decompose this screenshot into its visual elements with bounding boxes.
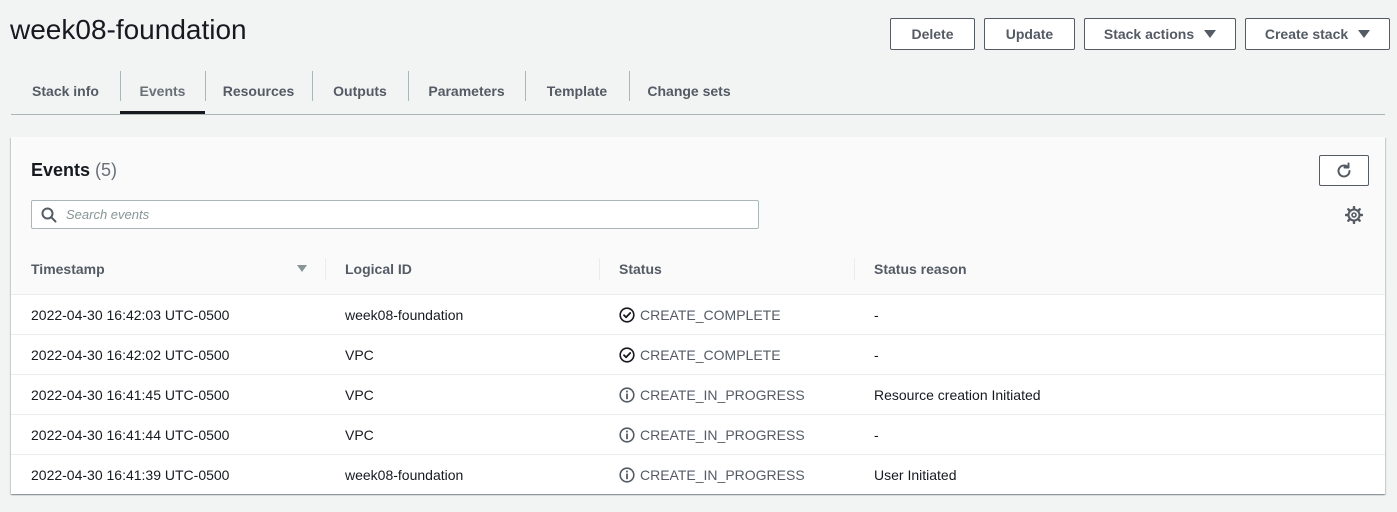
- page-title: week08-foundation: [10, 14, 247, 45]
- status-reason-cell: User Initiated: [874, 466, 957, 483]
- events-count: (5): [95, 160, 118, 180]
- logical-id-cell: VPC: [325, 334, 599, 375]
- refresh-button[interactable]: [1319, 155, 1369, 186]
- refresh-icon: [1337, 162, 1351, 177]
- delete-button[interactable]: Delete: [890, 18, 975, 50]
- status-text: CREATE_COMPLETE: [640, 346, 781, 363]
- column-header-logical-id[interactable]: Logical ID: [325, 244, 599, 295]
- tab-change-sets[interactable]: Change sets: [629, 69, 749, 113]
- status-text: CREATE_IN_PROGRESS: [640, 386, 805, 403]
- tab-label: Resources: [222, 83, 295, 99]
- status-cell: CREATE_IN_PROGRESS: [599, 414, 854, 455]
- status-cell: CREATE_IN_PROGRESS: [599, 374, 854, 415]
- events-table: Timestamp Logical ID Status Status reaso…: [11, 244, 1385, 494]
- table-header-row: Timestamp Logical ID Status Status reaso…: [11, 244, 1385, 295]
- stack-tabs: Stack info Events Resources Outputs Para…: [11, 69, 1385, 115]
- tab-label: Template: [546, 83, 608, 99]
- status-reason-cell: -: [854, 294, 1385, 335]
- tab-parameters[interactable]: Parameters: [408, 69, 525, 113]
- delete-button-label: Delete: [911, 26, 954, 42]
- tab-label: Stack info: [32, 83, 99, 99]
- column-header-timestamp[interactable]: Timestamp: [11, 244, 325, 295]
- stack-action-buttons: Delete Update Stack actions Create stack: [890, 18, 1390, 50]
- search-events: [31, 200, 759, 229]
- timestamp-cell: 2022-04-30 16:42:02 UTC-0500: [11, 334, 325, 375]
- tab-resources[interactable]: Resources: [205, 69, 312, 113]
- tab-label: Events: [139, 83, 186, 99]
- timestamp-cell: 2022-04-30 16:41:45 UTC-0500: [11, 374, 325, 415]
- table-row: 2022-04-30 16:41:44 UTC-0500 VPC CREATE_…: [11, 414, 1385, 455]
- info-circle-icon: [619, 466, 635, 483]
- timestamp-cell: 2022-04-30 16:42:03 UTC-0500: [11, 294, 325, 335]
- status-text: CREATE_COMPLETE: [640, 306, 781, 323]
- status-reason-cell: -: [854, 334, 1385, 375]
- caret-down-icon: [1204, 30, 1217, 38]
- tab-label: Change sets: [647, 83, 731, 99]
- table-row: 2022-04-30 16:41:45 UTC-0500 VPC CREATE_…: [11, 374, 1385, 415]
- create-stack-dropdown[interactable]: Create stack: [1245, 18, 1390, 50]
- gear-icon[interactable]: [1345, 206, 1363, 224]
- tab-template[interactable]: Template: [525, 69, 629, 113]
- column-header-status-reason[interactable]: Status reason: [854, 244, 1385, 295]
- tab-label: Outputs: [333, 83, 387, 99]
- status-cell: CREATE_IN_PROGRESS: [599, 455, 854, 495]
- events-title: Events: [31, 160, 91, 180]
- timestamp-cell: 2022-04-30 16:41:44 UTC-0500: [11, 414, 325, 455]
- status-reason-cell: -: [854, 414, 1385, 455]
- update-button[interactable]: Update: [984, 18, 1075, 50]
- events-heading: Events (5): [31, 160, 117, 181]
- logical-id-cell: week08-foundation: [325, 294, 599, 335]
- events-panel: Events (5) Search events Timestamp Logic…: [11, 137, 1385, 494]
- logical-id-cell: week08-foundation: [345, 466, 464, 483]
- create-stack-label: Create stack: [1264, 26, 1349, 42]
- logical-id-cell: VPC: [325, 414, 599, 455]
- status-text: CREATE_IN_PROGRESS: [640, 466, 805, 483]
- table-row: 2022-04-30 16:42:02 UTC-0500 VPC CREATE_…: [11, 334, 1385, 375]
- column-label: Logical ID: [345, 261, 412, 277]
- status-reason-cell: Resource creation Initiated: [854, 374, 1385, 415]
- search-icon: [32, 201, 66, 228]
- tab-events[interactable]: Events: [120, 69, 205, 114]
- table-row: 2022-04-30 16:41:39 UTC-0500 week08-foun…: [11, 455, 1385, 495]
- column-label: Timestamp: [31, 261, 105, 277]
- sort-descending-icon: [297, 265, 307, 272]
- tab-label: Parameters: [428, 83, 505, 99]
- table-row: 2022-04-30 16:42:03 UTC-0500 week08-foun…: [11, 294, 1385, 335]
- search-input[interactable]: [66, 201, 758, 228]
- status-text: CREATE_IN_PROGRESS: [640, 426, 805, 443]
- column-label: Status: [619, 261, 662, 277]
- column-label: Status reason: [874, 261, 967, 277]
- timestamp-cell: 2022-04-30 16:41:39 UTC-0500: [31, 466, 230, 483]
- stack-actions-dropdown[interactable]: Stack actions: [1084, 18, 1236, 50]
- status-cell: CREATE_COMPLETE: [599, 294, 854, 335]
- stack-actions-label: Stack actions: [1103, 26, 1195, 42]
- events-panel-header: Events (5): [11, 137, 1385, 245]
- tab-outputs[interactable]: Outputs: [312, 69, 408, 113]
- status-cell: CREATE_COMPLETE: [599, 334, 854, 375]
- info-circle-icon: [619, 426, 635, 443]
- update-button-label: Update: [1005, 26, 1054, 42]
- caret-down-icon: [1358, 30, 1371, 38]
- info-circle-icon: [619, 386, 635, 403]
- check-circle-icon: [619, 306, 635, 323]
- logical-id-cell: VPC: [325, 374, 599, 415]
- column-header-status[interactable]: Status: [599, 244, 854, 295]
- tab-stack-info[interactable]: Stack info: [11, 69, 120, 113]
- check-circle-icon: [619, 346, 635, 363]
